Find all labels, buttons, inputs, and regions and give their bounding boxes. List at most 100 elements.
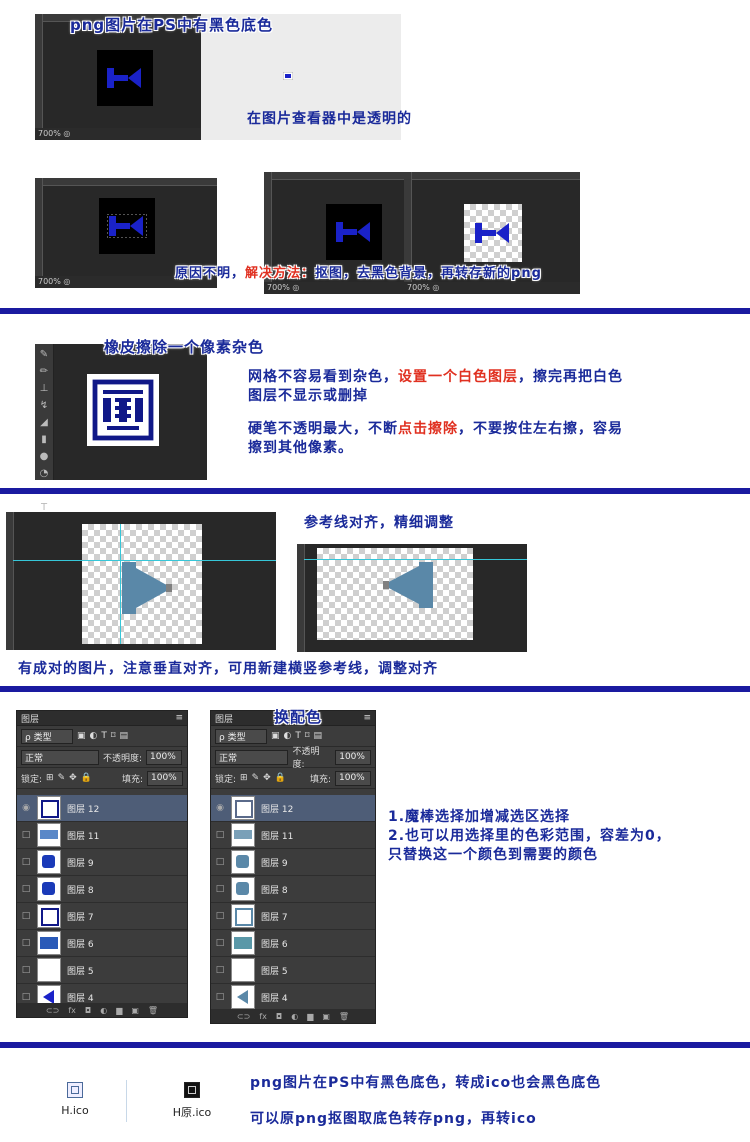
visibility-box-icon[interactable]: □ bbox=[211, 911, 229, 921]
lock-all-icon[interactable]: 🔒 bbox=[81, 773, 92, 783]
layer-row[interactable]: ◉ 图层 12 bbox=[17, 795, 187, 822]
layer-row[interactable]: □ 图层 11 bbox=[17, 822, 187, 849]
visibility-box-icon[interactable]: □ bbox=[211, 965, 229, 975]
filter-image-icon[interactable]: ▣ bbox=[271, 731, 280, 741]
fill-input[interactable]: 100% bbox=[147, 770, 183, 786]
layer-row[interactable]: □ 图层 11 bbox=[211, 822, 375, 849]
visibility-box-icon[interactable]: □ bbox=[17, 911, 35, 921]
layer-row[interactable]: □ 图层 7 bbox=[211, 903, 375, 930]
filter-shape-icon[interactable]: ⌑ bbox=[305, 731, 310, 741]
layer-row[interactable]: □ 图层 5 bbox=[211, 957, 375, 984]
layer-row[interactable]: □ 图层 6 bbox=[17, 930, 187, 957]
layer-name: 图层 5 bbox=[67, 966, 94, 977]
lock-label: 锁定: bbox=[215, 774, 237, 785]
panel-tab-label[interactable]: 图层 bbox=[215, 712, 233, 725]
layer-name: 图层 8 bbox=[67, 885, 94, 896]
visibility-box-icon[interactable]: □ bbox=[17, 938, 35, 948]
folder-icon[interactable]: ▆ bbox=[307, 1012, 313, 1021]
lock-move-icon[interactable]: ✥ bbox=[69, 773, 77, 783]
mask-icon[interactable]: ◘ bbox=[276, 1012, 282, 1021]
lock-move-icon[interactable]: ✥ bbox=[263, 773, 271, 783]
layer-row[interactable]: □ 图层 8 bbox=[17, 876, 187, 903]
dodge-tool-icon[interactable]: ◔ bbox=[38, 467, 51, 480]
filter-shape-icon[interactable]: ⌑ bbox=[111, 731, 116, 741]
visibility-eye-icon[interactable]: ◉ bbox=[17, 803, 35, 813]
ico-file-dark-icon bbox=[184, 1082, 200, 1098]
filter-adjust-icon[interactable]: ◐ bbox=[90, 731, 98, 741]
blend-mode-select[interactable]: 正常 bbox=[215, 749, 289, 765]
layer-thumb-user-add-icon bbox=[231, 850, 255, 874]
fx-icon[interactable]: fx bbox=[259, 1012, 267, 1021]
filter-smart-icon[interactable]: ▤ bbox=[314, 731, 323, 741]
fill-input[interactable]: 100% bbox=[335, 770, 371, 786]
section3-tip1: 网格不容易看到杂色，设置一个白色图层，擦完再把白色 图层不显示或删掉 bbox=[248, 368, 623, 406]
separator-4 bbox=[0, 1042, 750, 1048]
pencil-tool-icon[interactable]: ✏ bbox=[38, 365, 51, 378]
history-brush-icon[interactable]: ↯ bbox=[38, 399, 51, 412]
stamp-tool-icon[interactable]: ⊥ bbox=[38, 382, 51, 395]
visibility-box-icon[interactable]: □ bbox=[211, 830, 229, 840]
lock-pixels-icon[interactable]: ⊞ bbox=[46, 773, 54, 783]
mask-icon[interactable]: ◘ bbox=[85, 1006, 91, 1015]
lock-paint-icon[interactable]: ✎ bbox=[58, 773, 66, 783]
layer-name: 图层 4 bbox=[261, 993, 288, 1004]
link-icon[interactable]: ⊂⊃ bbox=[237, 1012, 250, 1021]
visibility-box-icon[interactable]: □ bbox=[211, 992, 229, 1002]
file-h-orig-ico[interactable]: H原.ico bbox=[164, 1082, 220, 1120]
panel-tab-label[interactable]: 图层 bbox=[21, 712, 39, 725]
visibility-box-icon[interactable]: □ bbox=[17, 992, 35, 1002]
file-h-ico[interactable]: H.ico bbox=[50, 1082, 100, 1117]
bucket-tool-icon[interactable]: ▮ bbox=[38, 433, 51, 446]
filter-type-icon[interactable]: T bbox=[295, 731, 301, 741]
visibility-box-icon[interactable]: □ bbox=[211, 938, 229, 948]
layer-row[interactable]: □ 图层 7 bbox=[17, 903, 187, 930]
visibility-box-icon[interactable]: □ bbox=[211, 884, 229, 894]
new-layer-icon[interactable]: ▣ bbox=[322, 1012, 330, 1021]
visibility-box-icon[interactable]: □ bbox=[17, 857, 35, 867]
visibility-box-icon[interactable]: □ bbox=[17, 965, 35, 975]
eraser-tool-icon[interactable]: ◢ bbox=[38, 416, 51, 429]
folder-icon[interactable]: ▆ bbox=[116, 1006, 122, 1015]
section1-title: png图片在PS中有黑色底色 bbox=[70, 16, 273, 34]
tip1-part-a: 网格不容易看到杂色， bbox=[248, 369, 398, 385]
layer-row[interactable]: □ 图层 8 bbox=[211, 876, 375, 903]
trash-icon[interactable]: 🗑 bbox=[148, 1006, 158, 1015]
new-layer-icon[interactable]: ▣ bbox=[131, 1006, 139, 1015]
filter-select[interactable]: ρ 类型 bbox=[215, 728, 267, 744]
lock-all-icon[interactable]: 🔒 bbox=[275, 773, 286, 783]
layer-row[interactable]: □ 图层 6 bbox=[211, 930, 375, 957]
link-icon[interactable]: ⊂⊃ bbox=[46, 1006, 59, 1015]
filter-image-icon[interactable]: ▣ bbox=[77, 731, 86, 741]
blur-tool-icon[interactable]: ● bbox=[38, 450, 51, 463]
filter-adjust-icon[interactable]: ◐ bbox=[284, 731, 292, 741]
filter-type-icon[interactable]: T bbox=[101, 731, 107, 741]
arrow-left-icon bbox=[383, 562, 433, 608]
adjust-icon[interactable]: ◐ bbox=[291, 1012, 298, 1021]
blend-mode-select[interactable]: 正常 bbox=[21, 749, 99, 765]
brush-tool-icon[interactable]: ✎ bbox=[38, 348, 51, 361]
filter-smart-icon[interactable]: ▤ bbox=[120, 731, 129, 741]
filter-select[interactable]: ρ 类型 bbox=[21, 728, 73, 744]
layer-row[interactable]: ◉ 图层 12 bbox=[211, 795, 375, 822]
layer-row[interactable]: □ 图层 4 bbox=[211, 984, 375, 1011]
visibility-box-icon[interactable]: □ bbox=[17, 884, 35, 894]
layer-thumb-stack-icon bbox=[37, 931, 61, 955]
trash-icon[interactable]: 🗑 bbox=[339, 1012, 349, 1021]
opacity-input[interactable]: 100% bbox=[335, 749, 371, 765]
visibility-box-icon[interactable]: □ bbox=[211, 857, 229, 867]
opacity-input[interactable]: 100% bbox=[146, 749, 183, 765]
layer-row[interactable]: □ 图层 9 bbox=[211, 849, 375, 876]
ps-guide-canvas-a bbox=[6, 512, 276, 650]
file-name: H原.ico bbox=[172, 1106, 212, 1119]
layer-row[interactable]: □ 图层 5 bbox=[17, 957, 187, 984]
lock-paint-icon[interactable]: ✎ bbox=[252, 773, 260, 783]
lock-pixels-icon[interactable]: ⊞ bbox=[240, 773, 248, 783]
visibility-eye-icon[interactable]: ◉ bbox=[211, 803, 229, 813]
separator-2 bbox=[0, 488, 750, 494]
layer-row[interactable]: □ 图层 9 bbox=[17, 849, 187, 876]
section4-note: 有成对的图片，注意垂直对齐，可用新建横竖参考线，调整对齐 bbox=[18, 661, 438, 677]
visibility-box-icon[interactable]: □ bbox=[17, 830, 35, 840]
section3-tip2: 硬笔不透明最大，不断点击擦除，不要按住左右擦，容易 擦到其他像素。 bbox=[248, 420, 623, 458]
adjust-icon[interactable]: ◐ bbox=[100, 1006, 107, 1015]
fx-icon[interactable]: fx bbox=[68, 1006, 76, 1015]
